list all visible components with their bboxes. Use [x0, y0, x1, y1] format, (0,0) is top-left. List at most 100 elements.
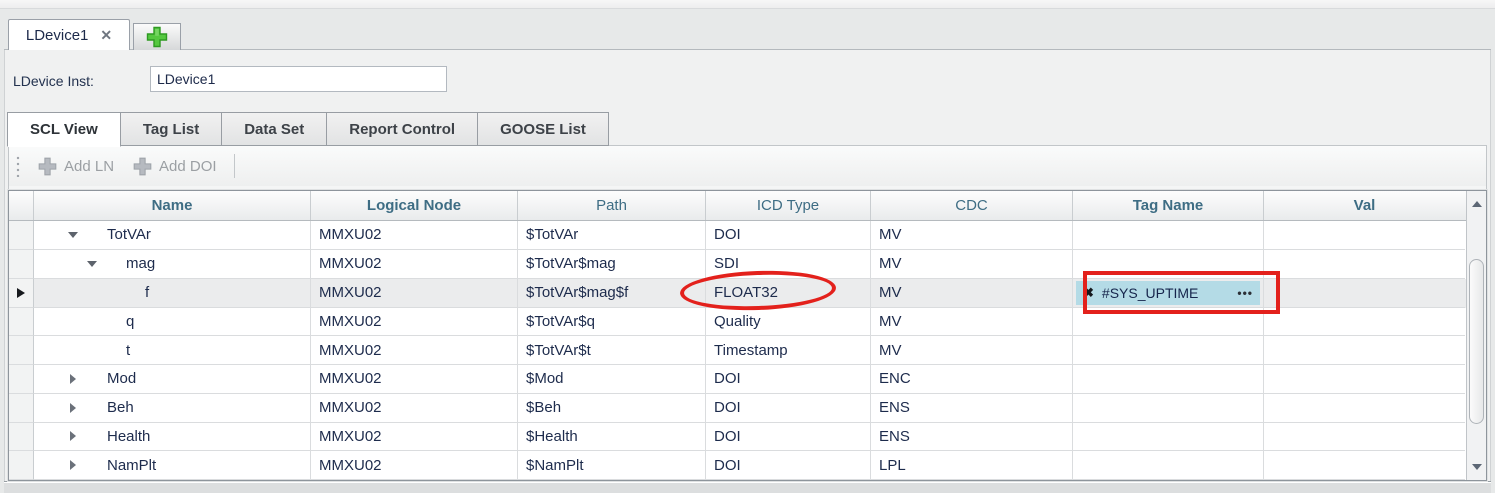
collapse-icon[interactable]: [83, 261, 101, 267]
cell-tag-name: [1073, 221, 1264, 250]
cell-val: [1264, 423, 1465, 452]
cell-cdc: MV: [871, 279, 1073, 308]
add-ln-button[interactable]: Add LN: [28, 151, 123, 181]
cell-cdc: ENS: [871, 394, 1073, 423]
cell-val: [1264, 250, 1465, 279]
cell-name: Health: [34, 423, 311, 452]
cell-ln: MMXU02: [311, 308, 518, 337]
row-indicator: [9, 365, 34, 394]
tag-name-editor[interactable]: ✖#SYS_UPTIME•••: [1076, 281, 1260, 305]
toolbar-separator: [234, 154, 235, 178]
cell-icd: FLOAT32: [706, 279, 871, 308]
cell-cdc: MV: [871, 336, 1073, 365]
cell-val: [1264, 336, 1465, 365]
cell-tag-name: [1073, 451, 1264, 480]
tab-tag-list[interactable]: Tag List: [120, 112, 222, 146]
tabbar-divider: [4, 49, 1491, 50]
add-doi-button[interactable]: Add DOI: [123, 151, 226, 181]
table-row-health[interactable]: HealthMMXU02$HealthDOIENS: [9, 423, 1466, 452]
cell-cdc: ENC: [871, 365, 1073, 394]
current-row-arrow-icon: [17, 288, 25, 298]
close-icon[interactable]: ✕: [100, 27, 112, 44]
table-row-mod[interactable]: ModMMXU02$ModDOIENC: [9, 365, 1466, 394]
ellipsis-browse-icon[interactable]: •••: [1237, 286, 1253, 300]
node-name: mag: [126, 255, 155, 272]
row-indicator: [9, 308, 34, 337]
table-row-f[interactable]: fMMXU02$TotVAr$mag$fFLOAT32MV✖#SYS_UPTIM…: [9, 279, 1466, 308]
document-tab-label: LDevice1: [26, 27, 89, 44]
cell-icd: DOI: [706, 365, 871, 394]
table-row-namplt[interactable]: NamPltMMXU02$NamPltDOILPL: [9, 451, 1466, 480]
toolbar: Add LN Add DOI: [9, 146, 1486, 186]
cell-ln: MMXU02: [311, 394, 518, 423]
tree-indent: [34, 279, 102, 307]
cell-path: $TotVAr$mag: [518, 250, 706, 279]
cell-val: [1264, 279, 1465, 308]
cell-name: f: [34, 279, 311, 308]
cell-name: NamPlt: [34, 451, 311, 480]
expand-icon[interactable]: [64, 374, 82, 384]
cell-cdc: ENS: [871, 423, 1073, 452]
node-name: NamPlt: [107, 457, 156, 474]
node-name: q: [126, 313, 134, 330]
cell-val: [1264, 394, 1465, 423]
cell-name: q: [34, 308, 311, 337]
column-header-path[interactable]: Path: [518, 191, 706, 220]
vertical-scrollbar[interactable]: [1466, 191, 1486, 480]
column-header-tag-name[interactable]: Tag Name: [1073, 191, 1264, 220]
cell-tag-name: [1073, 250, 1264, 279]
cell-path: $TotVAr$q: [518, 308, 706, 337]
cell-tag-name: [1073, 394, 1264, 423]
table-row-q[interactable]: qMMXU02$TotVAr$qQualityMV: [9, 308, 1466, 337]
clear-tag-icon[interactable]: ✖: [1083, 285, 1094, 301]
expand-icon[interactable]: [64, 431, 82, 441]
table-row-beh[interactable]: BehMMXU02$BehDOIENS: [9, 394, 1466, 423]
bottom-strip: [4, 481, 1491, 493]
plus-icon: [145, 25, 169, 49]
cell-val: [1264, 365, 1465, 394]
ldevice-inst-input[interactable]: [150, 66, 447, 92]
tab-report-control[interactable]: Report Control: [326, 112, 478, 146]
expand-icon[interactable]: [64, 403, 82, 413]
scroll-up-icon[interactable]: [1467, 193, 1486, 215]
cell-name: TotVAr: [34, 221, 311, 250]
tab-goose-list[interactable]: GOOSE List: [477, 112, 609, 146]
cell-tag-name: [1073, 308, 1264, 337]
column-header-name[interactable]: Name: [34, 191, 311, 220]
column-header-icd-type[interactable]: ICD Type: [706, 191, 871, 220]
cell-ln: MMXU02: [311, 365, 518, 394]
column-header-logical-node[interactable]: Logical Node: [311, 191, 518, 220]
node-name: f: [145, 284, 149, 301]
scl-tree-grid: NameLogical NodePathICD TypeCDCTag NameV…: [8, 190, 1487, 481]
cell-path: $TotVAr: [518, 221, 706, 250]
cell-path: $Beh: [518, 394, 706, 423]
scrollbar-thumb[interactable]: [1469, 259, 1484, 424]
column-header-val[interactable]: Val: [1264, 191, 1465, 220]
table-row-totvar[interactable]: TotVArMMXU02$TotVArDOIMV: [9, 221, 1466, 250]
row-indicator: [9, 279, 34, 308]
cell-tag-name: ✖#SYS_UPTIME•••: [1073, 279, 1264, 308]
row-indicator: [9, 221, 34, 250]
cell-name: t: [34, 336, 311, 365]
table-row-t[interactable]: tMMXU02$TotVAr$tTimestampMV: [9, 336, 1466, 365]
cell-icd: SDI: [706, 250, 871, 279]
expand-icon[interactable]: [64, 460, 82, 470]
scroll-down-icon[interactable]: [1467, 456, 1486, 478]
ldevice-inst-label: LDevice Inst:: [13, 73, 94, 89]
cell-ln: MMXU02: [311, 423, 518, 452]
add-tab-button[interactable]: [133, 23, 181, 50]
document-tab-ldevice1[interactable]: LDevice1 ✕: [8, 19, 130, 50]
tree-indent: [34, 336, 83, 364]
node-name: Beh: [107, 399, 134, 416]
cell-ln: MMXU02: [311, 279, 518, 308]
cell-ln: MMXU02: [311, 250, 518, 279]
node-name: t: [126, 342, 130, 359]
cell-val: [1264, 308, 1465, 337]
tab-scl-view[interactable]: SCL View: [7, 112, 121, 147]
table-row-mag[interactable]: magMMXU02$TotVAr$magSDIMV: [9, 250, 1466, 279]
column-header-cdc[interactable]: CDC: [871, 191, 1073, 220]
tab-data-set[interactable]: Data Set: [221, 112, 327, 146]
collapse-icon[interactable]: [64, 232, 82, 238]
toolbar-button-label: Add DOI: [159, 158, 217, 175]
toolbar-grip-icon[interactable]: [16, 155, 20, 177]
